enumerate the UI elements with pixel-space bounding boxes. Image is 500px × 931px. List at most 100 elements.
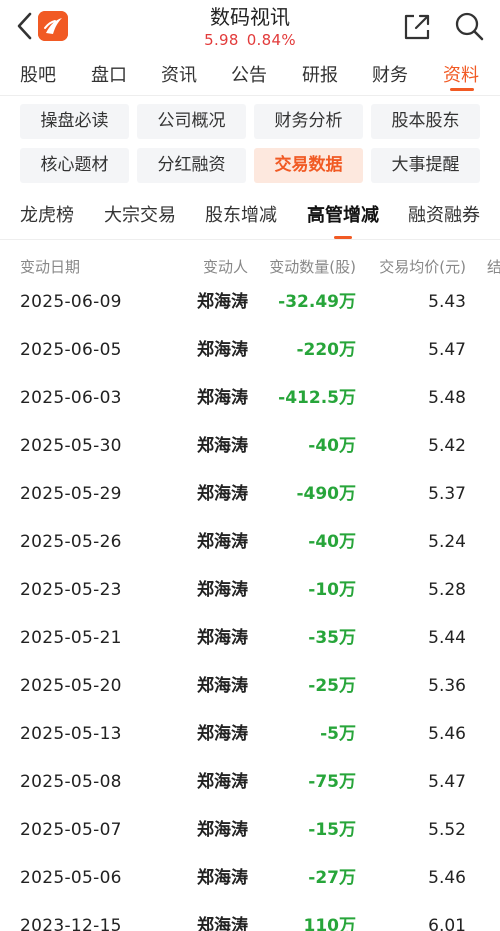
row-date: 2023-12-15 (20, 916, 122, 931)
chip-company-overview[interactable]: 公司概况 (137, 104, 246, 139)
chip-financial-analysis[interactable]: 财务分析 (254, 104, 363, 139)
tab-announcements[interactable]: 公告 (231, 64, 267, 88)
stock-price: 5.98 (204, 31, 239, 49)
row-price: 5.48 (428, 388, 466, 408)
sub-tab-bar: 龙虎榜 大宗交易 股东增减 高管增减 融资融券 (0, 196, 500, 240)
row-person: 郑海涛 (197, 772, 248, 792)
row-person: 郑海涛 (197, 292, 248, 312)
tab-news[interactable]: 资讯 (161, 64, 197, 88)
row-quantity: -220万 (296, 340, 356, 360)
row-person: 郑海涛 (197, 388, 248, 408)
col-avg-price: 交易均价(元) (379, 258, 466, 276)
row-person: 郑海涛 (197, 484, 248, 504)
stock-title-block: 数码视讯 5.98 0.84% (150, 4, 350, 50)
subtab-executive-changes[interactable]: 高管增减 (307, 204, 379, 228)
chip-trading-guide[interactable]: 操盘必读 (20, 104, 129, 139)
subtab-shareholder-changes[interactable]: 股东增减 (205, 204, 277, 228)
row-date: 2025-05-07 (20, 820, 122, 840)
stock-change-pct: 0.84% (246, 31, 296, 49)
col-person: 变动人 (202, 258, 248, 276)
row-quantity: -27万 (308, 868, 356, 888)
row-price: 5.46 (428, 868, 466, 888)
row-date: 2025-06-05 (20, 340, 122, 360)
subtab-margin-trading[interactable]: 融资融券 (408, 204, 480, 228)
row-quantity: -35万 (308, 628, 356, 648)
search-icon[interactable] (454, 10, 484, 42)
table-row[interactable]: 2025-05-29 郑海涛 -490万 5.37 (0, 470, 500, 518)
table-row[interactable]: 2025-05-06 郑海涛 -27万 5.46 (0, 854, 500, 902)
row-quantity: -75万 (308, 772, 356, 792)
row-date: 2025-05-21 (20, 628, 122, 648)
row-quantity: -10万 (308, 580, 356, 600)
table-row[interactable]: 2025-06-09 郑海涛 -32.49万 5.43 (0, 278, 500, 326)
row-person: 郑海涛 (197, 340, 248, 360)
row-date: 2025-06-03 (20, 388, 122, 408)
row-price: 5.44 (428, 628, 466, 648)
chip-major-events[interactable]: 大事提醒 (371, 148, 480, 183)
back-icon[interactable] (14, 10, 36, 42)
stock-quote: 5.98 0.84% (150, 30, 350, 50)
share-icon[interactable] (402, 12, 432, 42)
tab-profile[interactable]: 资料 (443, 64, 479, 88)
main-tab-bar: 股吧 盘口 资讯 公告 研报 财务 资料 (0, 56, 500, 96)
row-quantity: -412.5万 (278, 388, 356, 408)
chip-dividends-financing[interactable]: 分红融资 (137, 148, 246, 183)
row-person: 郑海涛 (197, 916, 248, 931)
stock-name: 数码视讯 (210, 5, 290, 29)
row-person: 郑海涛 (197, 532, 248, 552)
table-row[interactable]: 2025-06-03 郑海涛 -412.5万 5.48 (0, 374, 500, 422)
table-row[interactable]: 2025-05-13 郑海涛 -5万 5.46 (0, 710, 500, 758)
row-date: 2025-06-09 (20, 292, 122, 312)
chip-trading-data[interactable]: 交易数据 (254, 148, 363, 183)
row-quantity: -490万 (296, 484, 356, 504)
row-date: 2025-05-23 (20, 580, 122, 600)
chip-shareholders[interactable]: 股本股东 (371, 104, 480, 139)
table-row[interactable]: 2025-05-20 郑海涛 -25万 5.36 (0, 662, 500, 710)
row-price: 5.52 (428, 820, 466, 840)
table-row[interactable]: 2025-06-05 郑海涛 -220万 5.47 (0, 326, 500, 374)
row-quantity: -25万 (308, 676, 356, 696)
app-logo-icon (38, 11, 68, 41)
tab-research[interactable]: 研报 (302, 64, 338, 88)
table-row[interactable]: 2025-05-23 郑海涛 -10万 5.28 (0, 566, 500, 614)
row-person: 郑海涛 (197, 436, 248, 456)
row-date: 2025-05-20 (20, 676, 122, 696)
row-price: 5.36 (428, 676, 466, 696)
row-price: 5.47 (428, 772, 466, 792)
row-person: 郑海涛 (197, 724, 248, 744)
table-row[interactable]: 2025-05-08 郑海涛 -75万 5.47 (0, 758, 500, 806)
tab-pankou[interactable]: 盘口 (91, 64, 127, 88)
row-quantity: -32.49万 (278, 292, 356, 312)
subtab-dragon-tiger[interactable]: 龙虎榜 (20, 204, 74, 228)
row-person: 郑海涛 (197, 868, 248, 888)
row-person: 郑海涛 (197, 580, 248, 600)
row-price: 5.47 (428, 340, 466, 360)
table-row[interactable]: 2025-05-21 郑海涛 -35万 5.44 (0, 614, 500, 662)
col-date: 变动日期 (20, 258, 81, 276)
table-row[interactable]: 2025-05-07 郑海涛 -15万 5.52 (0, 806, 500, 854)
table-row[interactable]: 2025-05-26 郑海涛 -40万 5.24 (0, 518, 500, 566)
row-date: 2025-05-08 (20, 772, 122, 792)
row-price: 5.42 (428, 436, 466, 456)
tab-guba[interactable]: 股吧 (20, 64, 56, 88)
row-quantity: -5万 (320, 724, 356, 744)
row-date: 2025-05-06 (20, 868, 122, 888)
top-bar: 数码视讯 5.98 0.84% (0, 0, 500, 56)
row-date: 2025-05-26 (20, 532, 122, 552)
row-date: 2025-05-29 (20, 484, 122, 504)
row-price: 5.46 (428, 724, 466, 744)
row-date: 2025-05-13 (20, 724, 122, 744)
row-quantity: -40万 (308, 532, 356, 552)
row-date: 2025-05-30 (20, 436, 122, 456)
tab-finance[interactable]: 财务 (372, 64, 408, 88)
row-price: 5.43 (428, 292, 466, 312)
row-quantity: 110万 (303, 916, 357, 931)
row-person: 郑海涛 (197, 820, 248, 840)
table-row[interactable]: 2025-05-30 郑海涛 -40万 5.42 (0, 422, 500, 470)
table-header: 变动日期 变动人 变动数量(股) 交易均价(元) 结 (0, 256, 500, 278)
subtab-block-trades[interactable]: 大宗交易 (104, 204, 176, 228)
row-person: 郑海涛 (197, 628, 248, 648)
chip-core-themes[interactable]: 核心题材 (20, 148, 129, 183)
row-price: 5.37 (428, 484, 466, 504)
table-row[interactable]: 2023-12-15 郑海涛 110万 6.01 (0, 902, 500, 931)
